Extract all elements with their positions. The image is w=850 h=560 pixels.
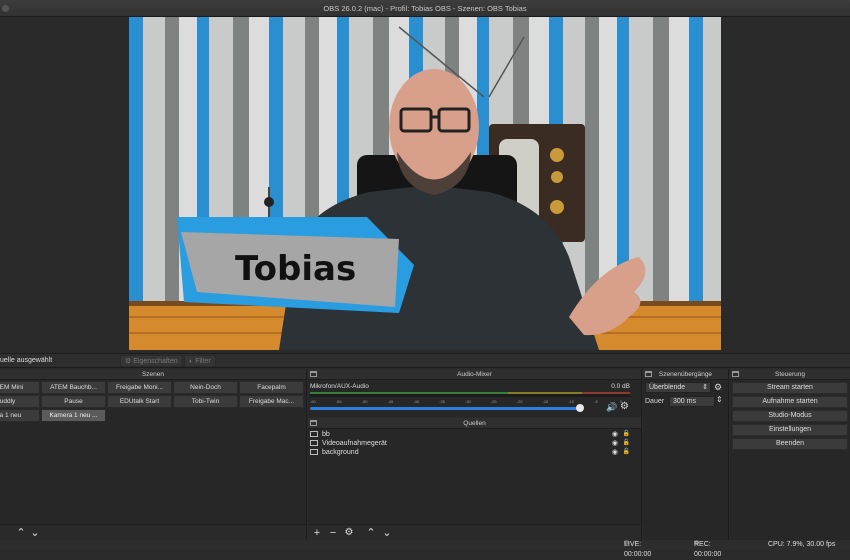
window-title: OBS 26.0.2 (mac) - Profil: Tobias OBS - … bbox=[323, 4, 527, 13]
sources-title: Quellen bbox=[463, 420, 486, 427]
remove-icon[interactable]: − bbox=[326, 526, 340, 540]
mixer-channel-name: Mikrofon/AUX-Audio bbox=[310, 383, 369, 390]
scene-button[interactable]: Tobi-Twin bbox=[173, 395, 238, 408]
audio-mixer-dock: Audio-Mixer Mikrofon/AUX-Audio 0.0 dB -6… bbox=[308, 369, 642, 417]
sources-dock: Quellen bb ◉ 🔓 Videoaufnahmegerät ◉ 🔓 back… bbox=[308, 418, 642, 540]
move-down-icon[interactable]: ⌄ bbox=[380, 526, 394, 540]
lock-icon[interactable]: 🔓 bbox=[623, 448, 630, 457]
window-control-icon[interactable] bbox=[2, 5, 9, 12]
gear-icon[interactable]: ⚙ bbox=[342, 526, 356, 540]
source-item[interactable]: bb ◉ 🔓 bbox=[310, 430, 636, 439]
volume-meter bbox=[310, 392, 630, 397]
scene-button[interactable]: EDUtalk Start bbox=[107, 395, 172, 408]
meter-tick-label: -10 bbox=[568, 399, 575, 404]
filters-button[interactable]: ◐ Filter bbox=[184, 355, 216, 367]
studio-mode-button[interactable]: Studio-Modus bbox=[732, 410, 848, 422]
scene-button[interactable]: Freigabe Mac... bbox=[239, 395, 304, 408]
duration-label: Dauer bbox=[645, 398, 665, 405]
settings-button[interactable]: Einstellungen bbox=[732, 424, 848, 436]
exit-button[interactable]: Beenden bbox=[732, 438, 848, 450]
preview-area: Tobias bbox=[0, 17, 850, 353]
meter-tick-label: -45 bbox=[387, 399, 394, 404]
meter-tick-label: -5 bbox=[594, 399, 598, 404]
duration-stepper[interactable]: ⇕ bbox=[716, 395, 723, 404]
sources-toolbar: + − ⚙ ⌃ ⌄ bbox=[308, 524, 641, 540]
source-item[interactable]: background ◉ 🔓 bbox=[310, 448, 636, 457]
meter-tick-label: -50 bbox=[361, 399, 368, 404]
meter-tick-label: -20 bbox=[516, 399, 523, 404]
chevron-updown-icon: ⇕ bbox=[702, 384, 708, 391]
scene-button[interactable]: Pause bbox=[41, 395, 106, 408]
scene-button[interactable]: Kamera 1 neu ... bbox=[41, 409, 106, 422]
transition-select[interactable]: Überblende ⇕ bbox=[645, 382, 711, 393]
controls-dock: Steuerung Stream starten Aufnahme starte… bbox=[730, 369, 850, 540]
status-bar: LIVE: 00:00:00 REC: 00:00:00 CPU: 7.9%, … bbox=[0, 540, 850, 558]
lock-icon[interactable]: 🔓 bbox=[623, 430, 630, 439]
properties-button[interactable]: ⚙ Eigenschaften bbox=[120, 355, 183, 367]
move-up-icon[interactable]: ⌃ bbox=[364, 526, 378, 540]
source-context-bar: uelle ausgewählt ⚙ Eigenschaften ◐ Filte… bbox=[0, 353, 850, 368]
scene-button[interactable]: uddly bbox=[0, 395, 40, 408]
gear-icon[interactable]: ⚙ bbox=[714, 382, 722, 393]
transitions-title: Szenenübergänge bbox=[658, 371, 713, 378]
gear-icon[interactable]: ⚙ bbox=[620, 401, 629, 412]
image-icon bbox=[310, 431, 318, 438]
scene-button[interactable]: ATEM Mini bbox=[0, 381, 40, 394]
preview-canvas[interactable]: Tobias bbox=[129, 17, 721, 350]
scene-button[interactable]: era 1 neu bbox=[0, 409, 40, 422]
scene-button[interactable]: Nein-Doch bbox=[173, 381, 238, 394]
source-item[interactable]: Videoaufnahmegerät ◉ 🔓 bbox=[310, 439, 636, 448]
no-source-label: uelle ausgewählt bbox=[0, 357, 53, 364]
cpu-status: CPU: 7.9%, 30.00 fps bbox=[768, 541, 836, 548]
add-icon[interactable]: + bbox=[310, 526, 324, 540]
image-icon bbox=[310, 449, 318, 456]
mixer-level: 0.0 dB bbox=[611, 383, 630, 390]
audio-mixer-title: Audio-Mixer bbox=[457, 371, 492, 378]
float-dock-icon[interactable] bbox=[732, 371, 739, 377]
duration-field[interactable]: 300 ms bbox=[669, 396, 715, 407]
camera-image: Tobias bbox=[129, 17, 721, 350]
lower-third-name: Tobias bbox=[235, 249, 356, 289]
meter-tick-label: -55 bbox=[335, 399, 342, 404]
meter-tick-label: -25 bbox=[490, 399, 497, 404]
controls-title: Steuerung bbox=[775, 371, 805, 378]
speaker-icon[interactable]: 🔊 bbox=[606, 402, 617, 413]
volume-slider[interactable] bbox=[310, 407, 583, 410]
scenes-title: Szenen bbox=[141, 371, 165, 378]
move-up-icon[interactable]: ⌃ bbox=[14, 526, 28, 540]
visibility-eye-icon[interactable]: ◉ bbox=[612, 448, 618, 457]
scene-button[interactable]: Facepalm bbox=[239, 381, 304, 394]
scenes-dock: Szenen ATEM MiniATEM Bauchb...Freigabe M… bbox=[0, 369, 307, 540]
volume-slider-knob[interactable] bbox=[576, 404, 585, 412]
scenes-toolbar: ⌃ ⌄ bbox=[0, 524, 306, 540]
window-titlebar: OBS 26.0.2 (mac) - Profil: Tobias OBS - … bbox=[0, 0, 850, 17]
float-dock-icon[interactable] bbox=[645, 371, 652, 377]
meter-tick-label: -15 bbox=[542, 399, 549, 404]
scene-button[interactable]: Freigabe Moni... bbox=[107, 381, 172, 394]
visibility-eye-icon[interactable]: ◉ bbox=[612, 439, 618, 448]
meter-tick-label: -60 bbox=[310, 399, 316, 404]
meter-tick-label: -35 bbox=[439, 399, 445, 404]
lock-icon[interactable]: 🔓 bbox=[623, 439, 630, 448]
start-recording-button[interactable]: Aufnahme starten bbox=[732, 396, 848, 408]
float-dock-icon[interactable] bbox=[310, 371, 317, 377]
float-dock-icon[interactable] bbox=[310, 420, 317, 426]
meter-tick-label: -40 bbox=[413, 399, 420, 404]
move-down-icon[interactable]: ⌄ bbox=[28, 526, 42, 540]
meter-tick-label: -30 bbox=[465, 399, 471, 404]
scene-button[interactable]: ATEM Bauchb... bbox=[41, 381, 106, 394]
visibility-eye-icon[interactable]: ◉ bbox=[612, 430, 618, 439]
start-stream-button[interactable]: Stream starten bbox=[732, 382, 848, 394]
camera-icon bbox=[310, 440, 318, 447]
transitions-dock: Szenenübergänge Überblende ⇕ ⚙ Dauer 300 … bbox=[643, 369, 729, 540]
